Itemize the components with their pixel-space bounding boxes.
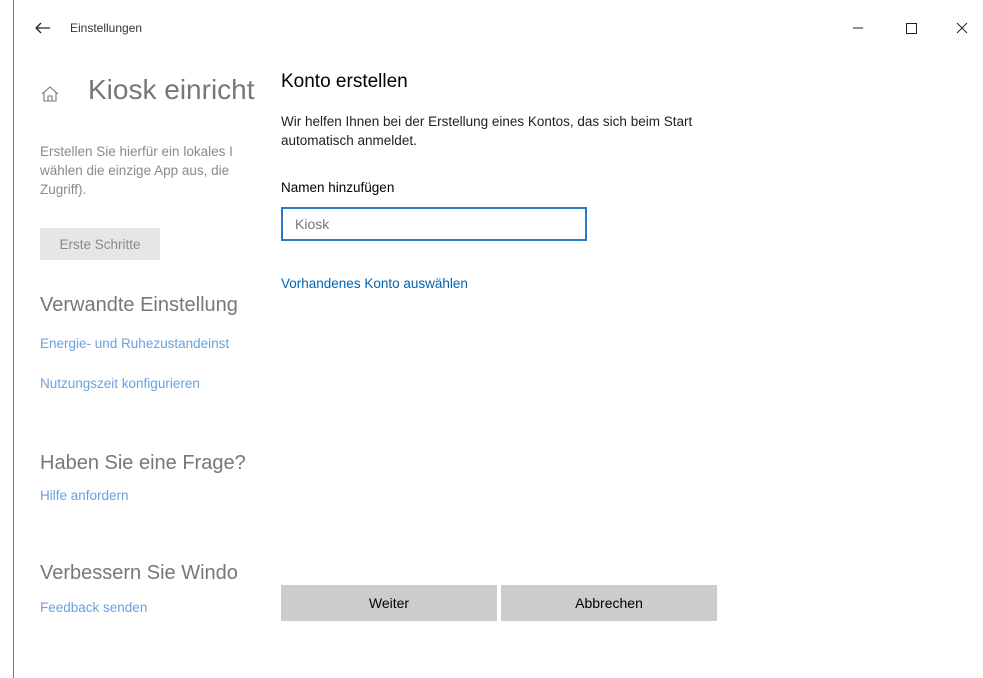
minimize-icon xyxy=(853,27,863,29)
maximize-icon xyxy=(906,23,917,34)
next-button[interactable]: Weiter xyxy=(281,585,497,621)
settings-window: Einstellungen Kiosk einricht Erstellen S… xyxy=(13,0,983,678)
maximize-button[interactable] xyxy=(899,16,923,40)
dialog-title: Konto erstellen xyxy=(281,71,408,92)
kiosk-settings-page: Kiosk einricht Erstellen Sie hierfür ein… xyxy=(14,54,258,678)
window-title: Einstellungen xyxy=(70,21,143,35)
title-bar: Einstellungen xyxy=(14,0,983,54)
choose-existing-account-link[interactable]: Vorhandenes Konto auswählen xyxy=(281,276,468,291)
get-help-link[interactable]: Hilfe anfordern xyxy=(40,488,129,503)
related-settings-heading: Verwandte Einstellung xyxy=(40,294,238,316)
get-started-button[interactable]: Erste Schritte xyxy=(40,228,160,260)
description-line: Erstellen Sie hierfür ein lokales I xyxy=(40,144,233,159)
power-sleep-link[interactable]: Energie- und Ruhezustandeinst xyxy=(40,336,229,351)
close-button[interactable] xyxy=(950,16,974,40)
question-heading: Haben Sie eine Frage? xyxy=(40,452,246,474)
screen-time-link[interactable]: Nutzungszeit konfigurieren xyxy=(40,376,200,391)
description-line: wählen die einzige App aus, die xyxy=(40,163,230,178)
feedback-link[interactable]: Feedback senden xyxy=(40,600,147,615)
improve-windows-heading: Verbessern Sie Windo xyxy=(40,562,238,584)
create-account-dialog: Konto erstellen Wir helfen Ihnen bei der… xyxy=(258,54,983,678)
home-icon[interactable] xyxy=(40,84,60,104)
page-description: Erstellen Sie hierfür ein lokales I wähl… xyxy=(40,142,258,199)
minimize-button[interactable] xyxy=(846,16,870,40)
close-icon xyxy=(956,22,968,34)
dialog-description: Wir helfen Ihnen bei der Erstellung eine… xyxy=(281,114,693,148)
back-button[interactable] xyxy=(28,14,56,42)
cancel-button[interactable]: Abbrechen xyxy=(501,585,717,621)
description-line: Zugriff). xyxy=(40,182,87,197)
page-title: Kiosk einricht xyxy=(88,74,255,105)
name-input[interactable] xyxy=(281,207,587,241)
name-label: Namen hinzufügen xyxy=(281,180,395,195)
arrow-left-icon xyxy=(35,22,50,34)
